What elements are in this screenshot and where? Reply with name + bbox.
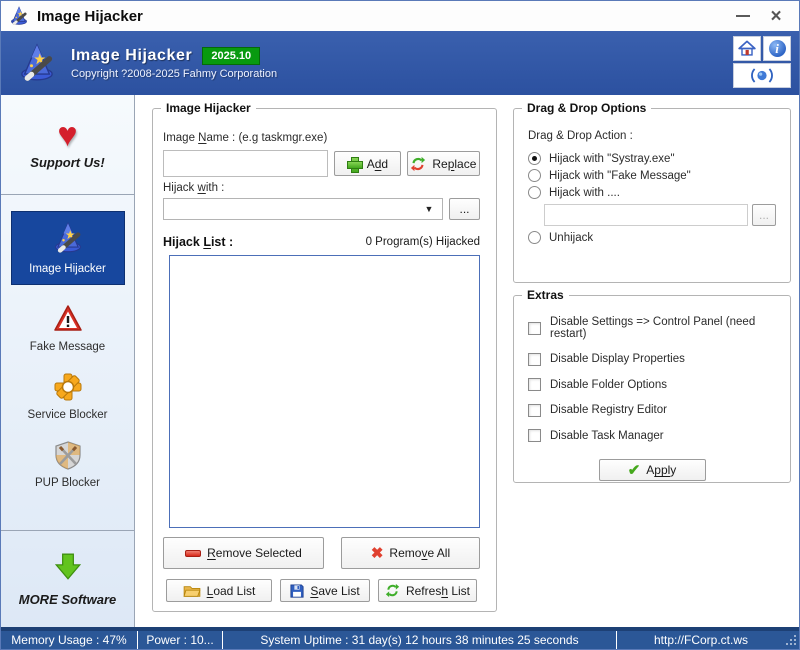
checkbox-icon bbox=[528, 429, 541, 442]
sidebar-item-fake-message[interactable]: Fake Message bbox=[11, 304, 125, 353]
load-list-button[interactable]: Load List bbox=[166, 579, 272, 602]
gear-icon bbox=[53, 372, 83, 402]
shield-icon bbox=[53, 440, 83, 470]
sidebar-item-service-blocker[interactable]: Service Blocker bbox=[11, 372, 125, 421]
memory-usage-status: Memory Usage : 47% bbox=[1, 631, 138, 649]
drag-drop-action-label: Drag & Drop Action : bbox=[528, 130, 790, 142]
group-title: Image Hijacker bbox=[161, 101, 256, 115]
copyright-text: Copyright ?2008-2025 Fahmy Corporation bbox=[71, 68, 277, 80]
close-icon: × bbox=[770, 7, 781, 26]
checkbox-icon bbox=[528, 353, 541, 366]
drag-drop-options-group: Drag & Drop Options Drag & Drop Action :… bbox=[513, 108, 791, 283]
checkbox-disable-registry-editor[interactable]: Disable Registry Editor bbox=[528, 404, 790, 417]
sidebar-item-pup-blocker[interactable]: PUP Blocker bbox=[11, 440, 125, 489]
custom-hijack-path-input[interactable] bbox=[544, 204, 748, 226]
close-button[interactable]: × bbox=[763, 6, 789, 26]
globe-icon bbox=[750, 68, 774, 83]
remove-selected-button[interactable]: Remove Selected bbox=[163, 537, 324, 569]
radio-icon bbox=[528, 152, 541, 165]
hijack-list-label: Hijack List : bbox=[163, 235, 233, 249]
red-x-icon: ✖ bbox=[371, 546, 384, 561]
refresh-list-button[interactable]: Refresh List bbox=[378, 579, 477, 602]
hijack-with-label: Hijack with : bbox=[163, 182, 496, 194]
info-icon: i bbox=[769, 40, 786, 57]
warning-triangle-icon bbox=[53, 304, 83, 334]
app-logo-icon bbox=[15, 41, 59, 85]
replace-arrows-icon bbox=[410, 156, 426, 172]
radio-icon bbox=[528, 169, 541, 182]
radio-unhijack[interactable]: Unhijack bbox=[528, 231, 790, 244]
support-us-label: Support Us! bbox=[30, 155, 104, 170]
checkbox-icon bbox=[528, 322, 541, 335]
extras-group: Extras Disable Settings => Control Panel… bbox=[513, 295, 791, 483]
hijacked-count: 0 Program(s) Hijacked bbox=[366, 236, 480, 248]
group-title: Drag & Drop Options bbox=[522, 101, 651, 115]
folder-icon bbox=[183, 584, 201, 598]
website-button[interactable] bbox=[733, 63, 791, 88]
sidebar-item-image-hijacker[interactable]: Image Hijacker bbox=[11, 211, 125, 285]
checkbox-icon bbox=[528, 404, 541, 417]
status-bar: Memory Usage : 47% Power : 10... System … bbox=[1, 627, 799, 649]
save-list-button[interactable]: Save List bbox=[280, 579, 370, 602]
floppy-disk-icon bbox=[290, 584, 304, 598]
window-title: Image Hijacker bbox=[37, 8, 143, 25]
add-button[interactable]: Add bbox=[334, 151, 401, 176]
website-link[interactable]: http://FCorp.ct.ws bbox=[617, 631, 785, 649]
radio-icon bbox=[528, 186, 541, 199]
chevron-down-icon: ▼ bbox=[416, 204, 442, 214]
system-uptime-status: System Uptime : 31 day(s) 12 hours 38 mi… bbox=[223, 631, 617, 649]
refresh-arrows-icon bbox=[385, 583, 400, 598]
main-area: Image Hijacker Image Name : (e.g taskmgr… bbox=[135, 95, 799, 627]
hijack-with-dropdown[interactable]: ▼ bbox=[163, 198, 443, 220]
sidebar: ♥ Support Us! Image Hijacker Fake Messag… bbox=[1, 95, 135, 627]
hijack-listbox[interactable] bbox=[169, 255, 480, 528]
group-title: Extras bbox=[522, 288, 569, 302]
radio-hijack-systray[interactable]: Hijack with "Systray.exe" bbox=[528, 152, 790, 165]
down-arrow-icon bbox=[52, 551, 84, 583]
more-software-button[interactable]: MORE Software bbox=[1, 530, 134, 627]
checkmark-icon: ✔ bbox=[628, 463, 641, 478]
app-icon bbox=[8, 5, 30, 27]
minimize-button[interactable] bbox=[730, 6, 756, 26]
apply-button[interactable]: ✔ Apply bbox=[599, 459, 706, 481]
title-bar: Image Hijacker × bbox=[1, 1, 799, 31]
radio-icon bbox=[528, 231, 541, 244]
banner-title: Image Hijacker bbox=[71, 47, 192, 65]
about-button[interactable]: i bbox=[763, 36, 791, 61]
custom-browse-button[interactable]: ... bbox=[752, 204, 776, 226]
browse-button[interactable]: ... bbox=[449, 198, 480, 220]
remove-all-button[interactable]: ✖ Remove All bbox=[341, 537, 480, 569]
version-badge: 2025.10 bbox=[202, 47, 260, 65]
image-name-input[interactable] bbox=[163, 150, 328, 177]
checkbox-disable-task-manager[interactable]: Disable Task Manager bbox=[528, 429, 790, 442]
heart-icon: ♥ bbox=[57, 120, 77, 150]
resize-grip[interactable] bbox=[785, 631, 799, 649]
image-name-label: Image Name : (e.g taskmgr.exe) bbox=[163, 132, 496, 144]
power-status: Power : 10... bbox=[138, 631, 223, 649]
image-hijacker-group: Image Hijacker Image Name : (e.g taskmgr… bbox=[152, 108, 497, 612]
radio-hijack-with-custom[interactable]: Hijack with .... bbox=[528, 186, 790, 199]
checkbox-disable-folder-options[interactable]: Disable Folder Options bbox=[528, 378, 790, 391]
radio-hijack-fake-message[interactable]: Hijack with "Fake Message" bbox=[528, 169, 790, 182]
minimize-icon bbox=[736, 15, 750, 17]
wizard-hat-icon bbox=[50, 220, 86, 256]
checkbox-disable-control-panel[interactable]: Disable Settings => Control Panel (need … bbox=[528, 316, 790, 340]
app-window: Image Hijacker × Image Hijacker 2025.10 … bbox=[0, 0, 800, 650]
replace-button[interactable]: Replace bbox=[407, 151, 480, 176]
checkbox-disable-display-properties[interactable]: Disable Display Properties bbox=[528, 353, 790, 366]
minus-icon bbox=[185, 550, 201, 557]
more-software-label: MORE Software bbox=[19, 592, 117, 607]
support-us-button[interactable]: ♥ Support Us! bbox=[1, 95, 134, 195]
checkbox-icon bbox=[528, 378, 541, 391]
plus-icon bbox=[347, 157, 361, 171]
home-icon bbox=[737, 39, 757, 58]
header-banner: Image Hijacker 2025.10 Copyright ?2008-2… bbox=[1, 31, 799, 95]
home-button[interactable] bbox=[733, 36, 761, 61]
